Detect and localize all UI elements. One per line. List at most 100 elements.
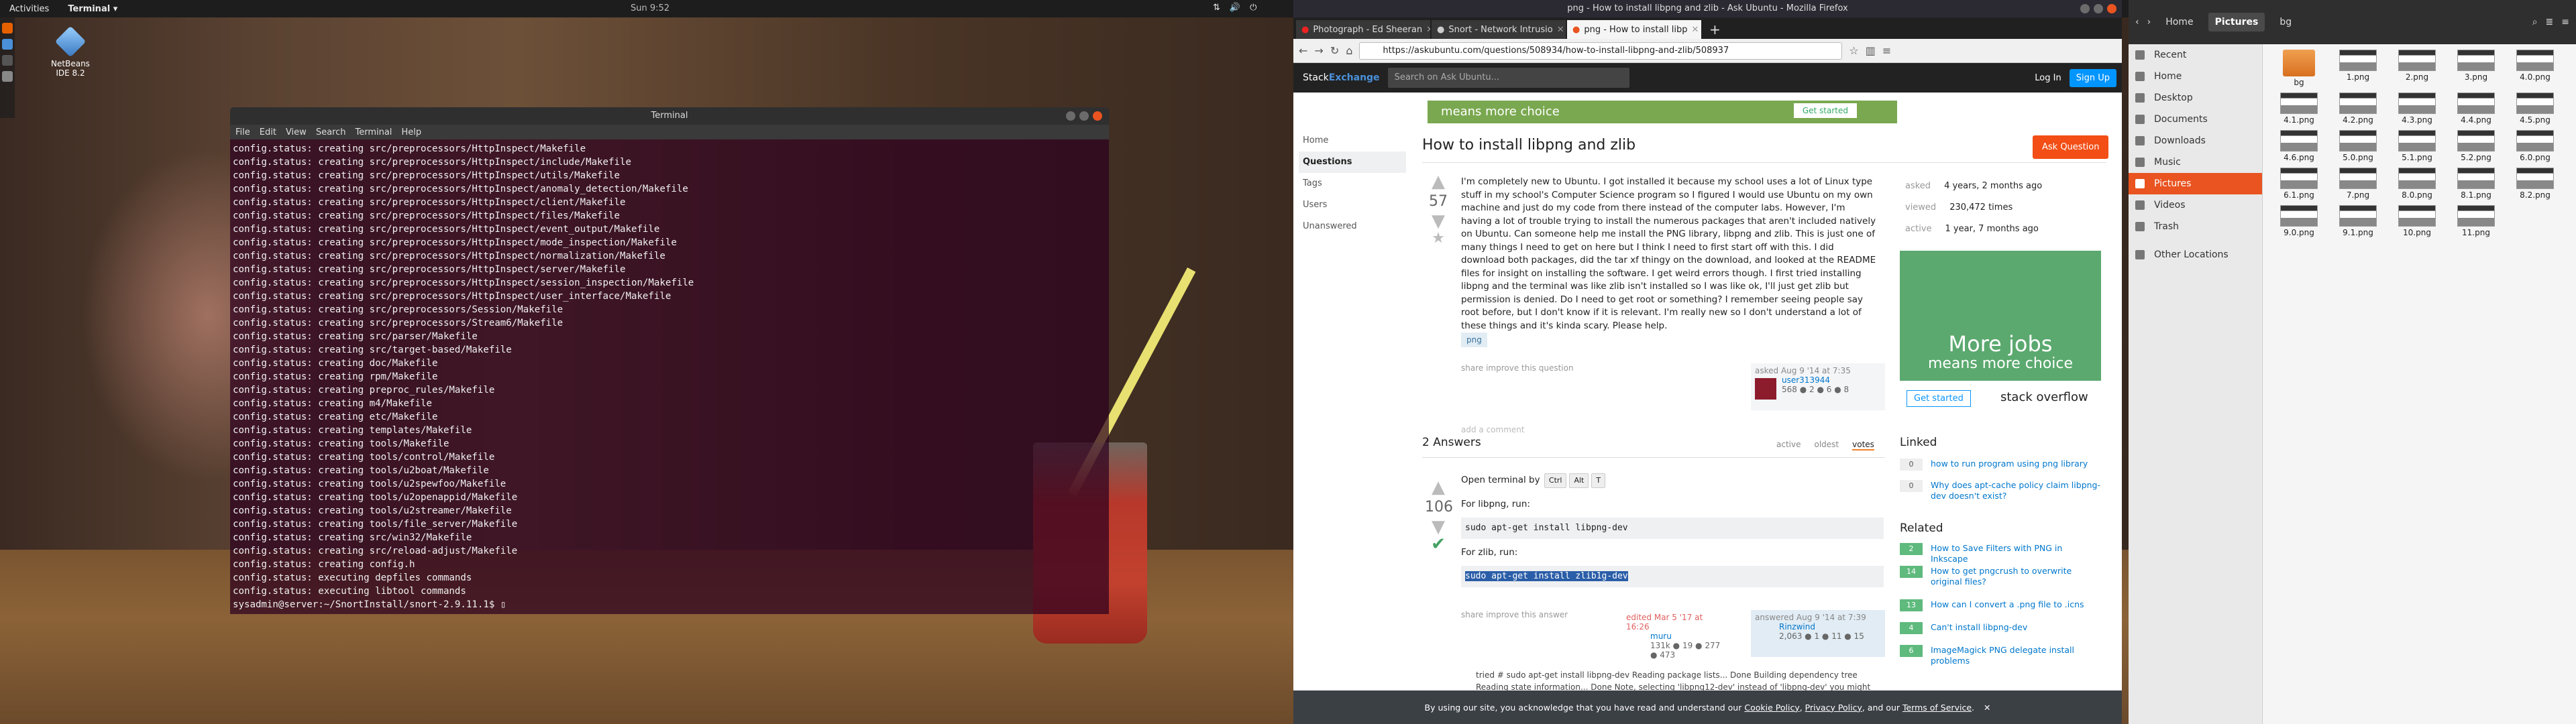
editor-name[interactable]: muru <box>1650 631 1728 641</box>
back-icon[interactable]: ← <box>1299 44 1307 57</box>
breadcrumb-bg[interactable]: bg <box>2273 13 2298 32</box>
file-item[interactable]: 4.4.png <box>2447 90 2506 125</box>
menu-search[interactable]: Search <box>316 127 346 137</box>
close-icon[interactable]: ✕ <box>1984 703 1990 713</box>
cookie-policy-link[interactable]: Cookie Policy <box>1744 703 1799 713</box>
file-item[interactable]: 4.2.png <box>2328 90 2387 125</box>
sidebar-ad[interactable]: More jobs means more choice Get started s… <box>1900 251 2101 418</box>
related-link[interactable]: How to Save Filters with PNG in Inkscape <box>1931 543 2101 564</box>
files-dock-icon[interactable] <box>2 71 13 82</box>
library-icon[interactable]: ▥ <box>1866 44 1876 57</box>
linked-item[interactable]: 0 Why does apt-cache policy claim libpng-… <box>1900 480 2101 501</box>
answerer-name[interactable]: Rinzwind <box>1779 622 1881 631</box>
tab-askubuntu[interactable]: ● png - How to install libp ✕ <box>1567 20 1701 39</box>
file-item[interactable]: 4.1.png <box>2269 90 2328 125</box>
terminal-window[interactable]: Terminal File Edit View Search Terminal … <box>230 107 1109 614</box>
file-item[interactable]: 8.1.png <box>2447 165 2506 200</box>
close-tab-icon[interactable]: ✕ <box>1426 25 1430 35</box>
code-block-zlib[interactable]: sudo apt-get install zlib1g-dev <box>1461 566 1884 587</box>
favorite-star-icon[interactable]: ★ <box>1425 230 1452 247</box>
firefox-window[interactable]: png - How to install libpng and zlib - A… <box>1293 0 2122 724</box>
clock[interactable]: Sun 9:52 <box>631 3 669 13</box>
tag-png[interactable]: png <box>1461 333 1487 347</box>
ask-question-button[interactable]: Ask Question <box>2033 135 2109 159</box>
question-share-links[interactable]: share improve this question <box>1461 363 1574 373</box>
sidebar-item-recent[interactable]: Recent <box>2129 44 2262 66</box>
file-item[interactable]: 6.1.png <box>2269 165 2328 200</box>
sidebar-item-documents[interactable]: Documents <box>2129 109 2262 130</box>
menu-icon[interactable]: ≡ <box>2561 17 2569 27</box>
terminal-output[interactable]: config.status: creating src/preprocessor… <box>230 139 1109 614</box>
nav-tags[interactable]: Tags <box>1299 173 1406 194</box>
back-icon[interactable]: ‹ <box>2135 17 2139 27</box>
view-list-icon[interactable]: ≣ <box>2546 17 2554 27</box>
related-link[interactable]: How can I convert a .png file to .icns <box>1931 599 2084 611</box>
menu-file[interactable]: File <box>235 127 250 137</box>
firefox-icon[interactable] <box>2 23 13 34</box>
file-item[interactable]: 4.6.png <box>2269 127 2328 162</box>
maximize-button[interactable] <box>2094 4 2103 13</box>
sidebar-item-other-locations[interactable]: Other Locations <box>2129 244 2262 265</box>
site-search-input[interactable]: Search on Ask Ubuntu... <box>1387 68 1629 88</box>
close-tab-icon[interactable]: ✕ <box>1557 25 1564 35</box>
file-item[interactable]: 2.png <box>2387 47 2447 87</box>
linked-link[interactable]: how to run program using png library <box>1931 459 2088 471</box>
sort-oldest[interactable]: oldest <box>1814 440 1839 450</box>
menu-help[interactable]: Help <box>401 127 421 137</box>
home-icon[interactable]: ⌂ <box>1346 44 1352 57</box>
file-item[interactable]: 9.0.png <box>2269 202 2328 237</box>
sort-votes[interactable]: votes <box>1852 440 1874 450</box>
folder-item[interactable]: bg <box>2269 47 2328 87</box>
file-item[interactable]: 5.1.png <box>2387 127 2447 162</box>
firefox-titlebar[interactable]: png - How to install libpng and zlib - A… <box>1293 0 2122 17</box>
question-title[interactable]: How to install libpng and zlib <box>1422 137 1635 154</box>
forward-icon[interactable]: → <box>1314 44 1323 57</box>
ad-get-started-button[interactable]: Get started <box>1907 390 1971 407</box>
sidebar-item-pictures[interactable]: Pictures <box>2129 173 2262 194</box>
sidebar-item-music[interactable]: Music <box>2129 152 2262 173</box>
activities-button[interactable]: Activities <box>9 4 49 14</box>
sort-active[interactable]: active <box>1776 440 1801 450</box>
file-item[interactable]: 11.png <box>2447 202 2506 237</box>
forward-icon[interactable]: › <box>2147 17 2151 27</box>
upvote-icon[interactable]: ▲ <box>1425 173 1452 190</box>
file-item[interactable]: 5.0.png <box>2328 127 2387 162</box>
netbeans-dock-icon[interactable] <box>2 39 13 50</box>
close-button[interactable] <box>1093 111 1102 121</box>
nav-questions[interactable]: Questions <box>1299 152 1406 173</box>
file-item[interactable]: 8.2.png <box>2506 165 2565 200</box>
file-item[interactable]: 4.5.png <box>2506 90 2565 125</box>
nav-users[interactable]: Users <box>1299 194 1406 216</box>
nav-unanswered[interactable]: Unanswered <box>1299 216 1406 237</box>
linked-item[interactable]: 0 how to run program using png library <box>1900 459 2101 471</box>
bookmark-icon[interactable]: ☆ <box>1849 44 1858 57</box>
related-link[interactable]: How to get pngcrush to overwrite origina… <box>1931 566 2101 587</box>
reload-icon[interactable]: ↻ <box>1330 44 1339 57</box>
maximize-button[interactable] <box>1079 111 1089 121</box>
system-tray[interactable]: ⇅ 🔊 ⏻ <box>1213 3 1256 13</box>
upvote-icon[interactable]: ▲ <box>1425 479 1452 496</box>
new-tab-button[interactable]: + <box>1703 20 1727 39</box>
tab-ed-sheeran[interactable]: ● Photograph - Ed Sheeran ✕ <box>1296 20 1430 39</box>
sidebar-item-trash[interactable]: Trash <box>2129 216 2262 237</box>
breadcrumb-pictures[interactable]: Pictures <box>2208 13 2265 32</box>
close-tab-icon[interactable]: ✕ <box>1692 25 1699 35</box>
file-item[interactable]: 8.0.png <box>2387 165 2447 200</box>
stackexchange-logo[interactable]: StackExchange <box>1303 72 1380 83</box>
avatar[interactable] <box>1755 378 1776 400</box>
menu-icon[interactable]: ≡ <box>1882 44 1891 57</box>
related-link[interactable]: Can't install libpng-dev <box>1931 622 2027 634</box>
file-item[interactable]: 6.0.png <box>2506 127 2565 162</box>
menu-view[interactable]: View <box>286 127 307 137</box>
files-window[interactable]: ‹ › Home Pictures bg ⌕ ≣ ≡ Recent Home D… <box>2129 0 2576 724</box>
file-item[interactable]: 4.0.png <box>2506 47 2565 87</box>
minimize-button[interactable] <box>1066 111 1075 121</box>
file-item[interactable]: 5.2.png <box>2447 127 2506 162</box>
signup-button[interactable]: Sign Up <box>2069 68 2116 87</box>
sidebar-item-downloads[interactable]: Downloads <box>2129 130 2262 152</box>
url-bar[interactable]: https://askubuntu.com/questions/508934/h… <box>1359 42 1843 60</box>
terms-link[interactable]: Terms of Service <box>1902 703 1972 713</box>
menu-terminal[interactable]: Terminal <box>355 127 392 137</box>
app-menu[interactable]: Terminal ▾ <box>68 4 117 14</box>
add-comment-link[interactable]: add a comment <box>1461 425 1525 434</box>
